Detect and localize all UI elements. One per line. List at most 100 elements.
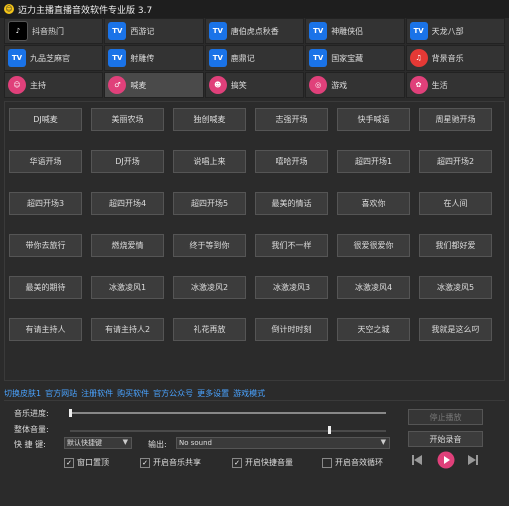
sound-button[interactable]: 志强开场	[255, 108, 328, 131]
sound-button[interactable]: 终于等到你	[173, 234, 246, 257]
sound-button[interactable]: 天空之城	[337, 318, 410, 341]
sound-button[interactable]: 美丽农场	[91, 108, 164, 131]
sound-button[interactable]: 周星驰开场	[419, 108, 492, 131]
sound-button[interactable]: 冰激凌风3	[255, 276, 328, 299]
sound-button[interactable]: 说唱上来	[173, 150, 246, 173]
category-tile[interactable]: TV 西游记	[104, 18, 204, 44]
volume-slider[interactable]	[70, 430, 386, 432]
music-progress-handle[interactable]	[69, 409, 72, 417]
sound-button[interactable]: 华语开场	[9, 150, 82, 173]
laugh-icon: ☻	[208, 76, 227, 94]
tv-icon: TV	[108, 49, 127, 67]
category-tile[interactable]: TV 鹿鼎记	[204, 45, 305, 71]
category-tile[interactable]: ☺ 主持	[4, 72, 104, 98]
tv-icon: TV	[409, 22, 428, 40]
output-select[interactable]: No sound ▼	[176, 437, 390, 449]
link-item[interactable]: 官方公众号	[153, 388, 193, 399]
chevron-down-icon: ▼	[380, 438, 386, 446]
sound-button[interactable]: 我就是这么叼	[419, 318, 492, 341]
hotkey-select[interactable]: 默认快捷键 ▼	[64, 437, 132, 449]
next-icon[interactable]	[466, 452, 480, 468]
sound-button[interactable]: DJ喊麦	[9, 108, 82, 131]
checkbox-box[interactable]: ✓	[232, 457, 242, 468]
sound-button[interactable]: 冰激凌风1	[91, 276, 164, 299]
sound-button[interactable]: DJ开场	[91, 150, 164, 173]
sound-button[interactable]: 最美的期待	[9, 276, 82, 299]
sound-button[interactable]: 燃烧爱情	[91, 234, 164, 257]
sound-button[interactable]: 超四开场3	[9, 192, 82, 215]
category-tile[interactable]: TV 射雕传	[104, 45, 204, 71]
checkbox-label: 开启音效循环	[335, 458, 383, 467]
tv-icon: TV	[309, 49, 328, 67]
sound-button[interactable]: 礼花再放	[173, 318, 246, 341]
checkbox-box[interactable]	[322, 457, 332, 468]
category-tile[interactable]: TV 九品芝麻官	[4, 45, 104, 71]
checkbox-box[interactable]: ✓	[64, 457, 74, 468]
volume-handle[interactable]	[328, 426, 332, 434]
sound-button[interactable]: 我们都好爱	[419, 234, 492, 257]
category-tile[interactable]: ✿ 生活	[405, 72, 505, 98]
category-label: 唐伯虎点秋香	[230, 26, 279, 36]
sound-button[interactable]: 超四开场1	[337, 150, 410, 173]
link-item[interactable]: 购买软件	[117, 388, 149, 399]
chevron-down-icon: ▼	[122, 438, 128, 446]
sound-button[interactable]: 超四开场2	[419, 150, 492, 173]
link-item[interactable]: 注册软件	[81, 388, 113, 399]
sound-button[interactable]: 有请主持人2	[91, 318, 164, 341]
category-label: 生活	[431, 80, 448, 90]
output-label: 输出:	[148, 440, 167, 449]
sound-button[interactable]: 冰激凌风2	[173, 276, 246, 299]
sound-button[interactable]: 超四开场4	[91, 192, 164, 215]
category-label: 搞笑	[230, 80, 247, 90]
category-tile[interactable]: ♂ 喊麦	[104, 72, 204, 98]
previous-icon[interactable]	[410, 452, 424, 468]
sound-button[interactable]: 嘻哈开场	[255, 150, 328, 173]
category-tile[interactable]: TV 国家宝藏	[305, 45, 405, 71]
sound-button[interactable]: 有请主持人	[9, 318, 82, 341]
sound-button[interactable]: 冰激凌风4	[337, 276, 410, 299]
sound-button[interactable]: 很爱很爱你	[337, 234, 410, 257]
sound-button[interactable]: 超四开场5	[173, 192, 246, 215]
category-tile[interactable]: ◎ 游戏	[305, 72, 405, 98]
sound-button[interactable]: 我们不一样	[255, 234, 328, 257]
category-tile[interactable]: ☻ 搞笑	[204, 72, 305, 98]
category-grid: ♪ 抖音热门 TV 西游记 TV 唐伯虎点秋香 TV 神雕侠侣 TV 天龙八部 TV 九品芝麻官 TV 射…	[4, 18, 505, 98]
category-label: 天龙八部	[431, 26, 464, 36]
window-title: 迈力主播直播音效软件专业版 3.7	[18, 5, 153, 16]
title-bar: ☺ 迈力主播直播音效软件专业版 3.7	[0, 0, 509, 18]
category-tile[interactable]: ♫ 背景音乐	[405, 45, 505, 71]
output-value: No sound	[179, 439, 212, 447]
category-label: 九品芝麻官	[30, 53, 70, 63]
checkbox-box[interactable]: ✓	[140, 457, 150, 468]
sound-button[interactable]: 快手喊语	[337, 108, 410, 131]
sound-button[interactable]: 冰激凌风5	[419, 276, 492, 299]
stop-playback-button[interactable]: 停止播放	[408, 409, 483, 425]
category-tile[interactable]: ♪ 抖音热门	[4, 18, 104, 44]
category-tile[interactable]: TV 神雕侠侣	[305, 18, 405, 44]
category-label: 国家宝藏	[331, 53, 364, 63]
sound-button[interactable]: 在人间	[419, 192, 492, 215]
checkbox-always-on-top[interactable]: ✓ 窗口置顶	[64, 457, 109, 468]
link-bar: 切换皮肤1 官方网站 注册软件 购买软件 官方公众号 更多设置 游戏模式	[4, 386, 505, 401]
play-icon[interactable]	[436, 450, 456, 470]
sound-button[interactable]: 最美的情话	[255, 192, 328, 215]
sound-button[interactable]: 倒计时时刻	[255, 318, 328, 341]
category-label: 鹿鼎记	[230, 53, 255, 63]
category-tile[interactable]: TV 唐伯虎点秋香	[204, 18, 305, 44]
music-progress-slider[interactable]	[70, 412, 386, 414]
start-recording-button[interactable]: 开始录音	[408, 431, 483, 447]
link-item[interactable]: 游戏模式	[233, 388, 265, 399]
checkbox-sound-loop[interactable]: 开启音效循环	[322, 457, 383, 468]
checkbox-music-share[interactable]: ✓ 开启音乐共享	[140, 457, 201, 468]
sound-button[interactable]: 独创喊麦	[173, 108, 246, 131]
music-progress-label: 音乐进度:	[14, 409, 49, 418]
sound-button[interactable]: 带你去旅行	[9, 234, 82, 257]
category-tile[interactable]: TV 天龙八部	[405, 18, 505, 44]
link-item[interactable]: 更多设置	[197, 388, 229, 399]
checkbox-hotkey-volume[interactable]: ✓ 开启快捷音量	[232, 457, 293, 468]
tv-icon: TV	[208, 22, 227, 40]
link-item[interactable]: 切换皮肤1	[4, 388, 41, 399]
tiktok-icon: ♪	[8, 21, 28, 41]
link-item[interactable]: 官方网站	[45, 388, 77, 399]
sound-button[interactable]: 喜欢你	[337, 192, 410, 215]
